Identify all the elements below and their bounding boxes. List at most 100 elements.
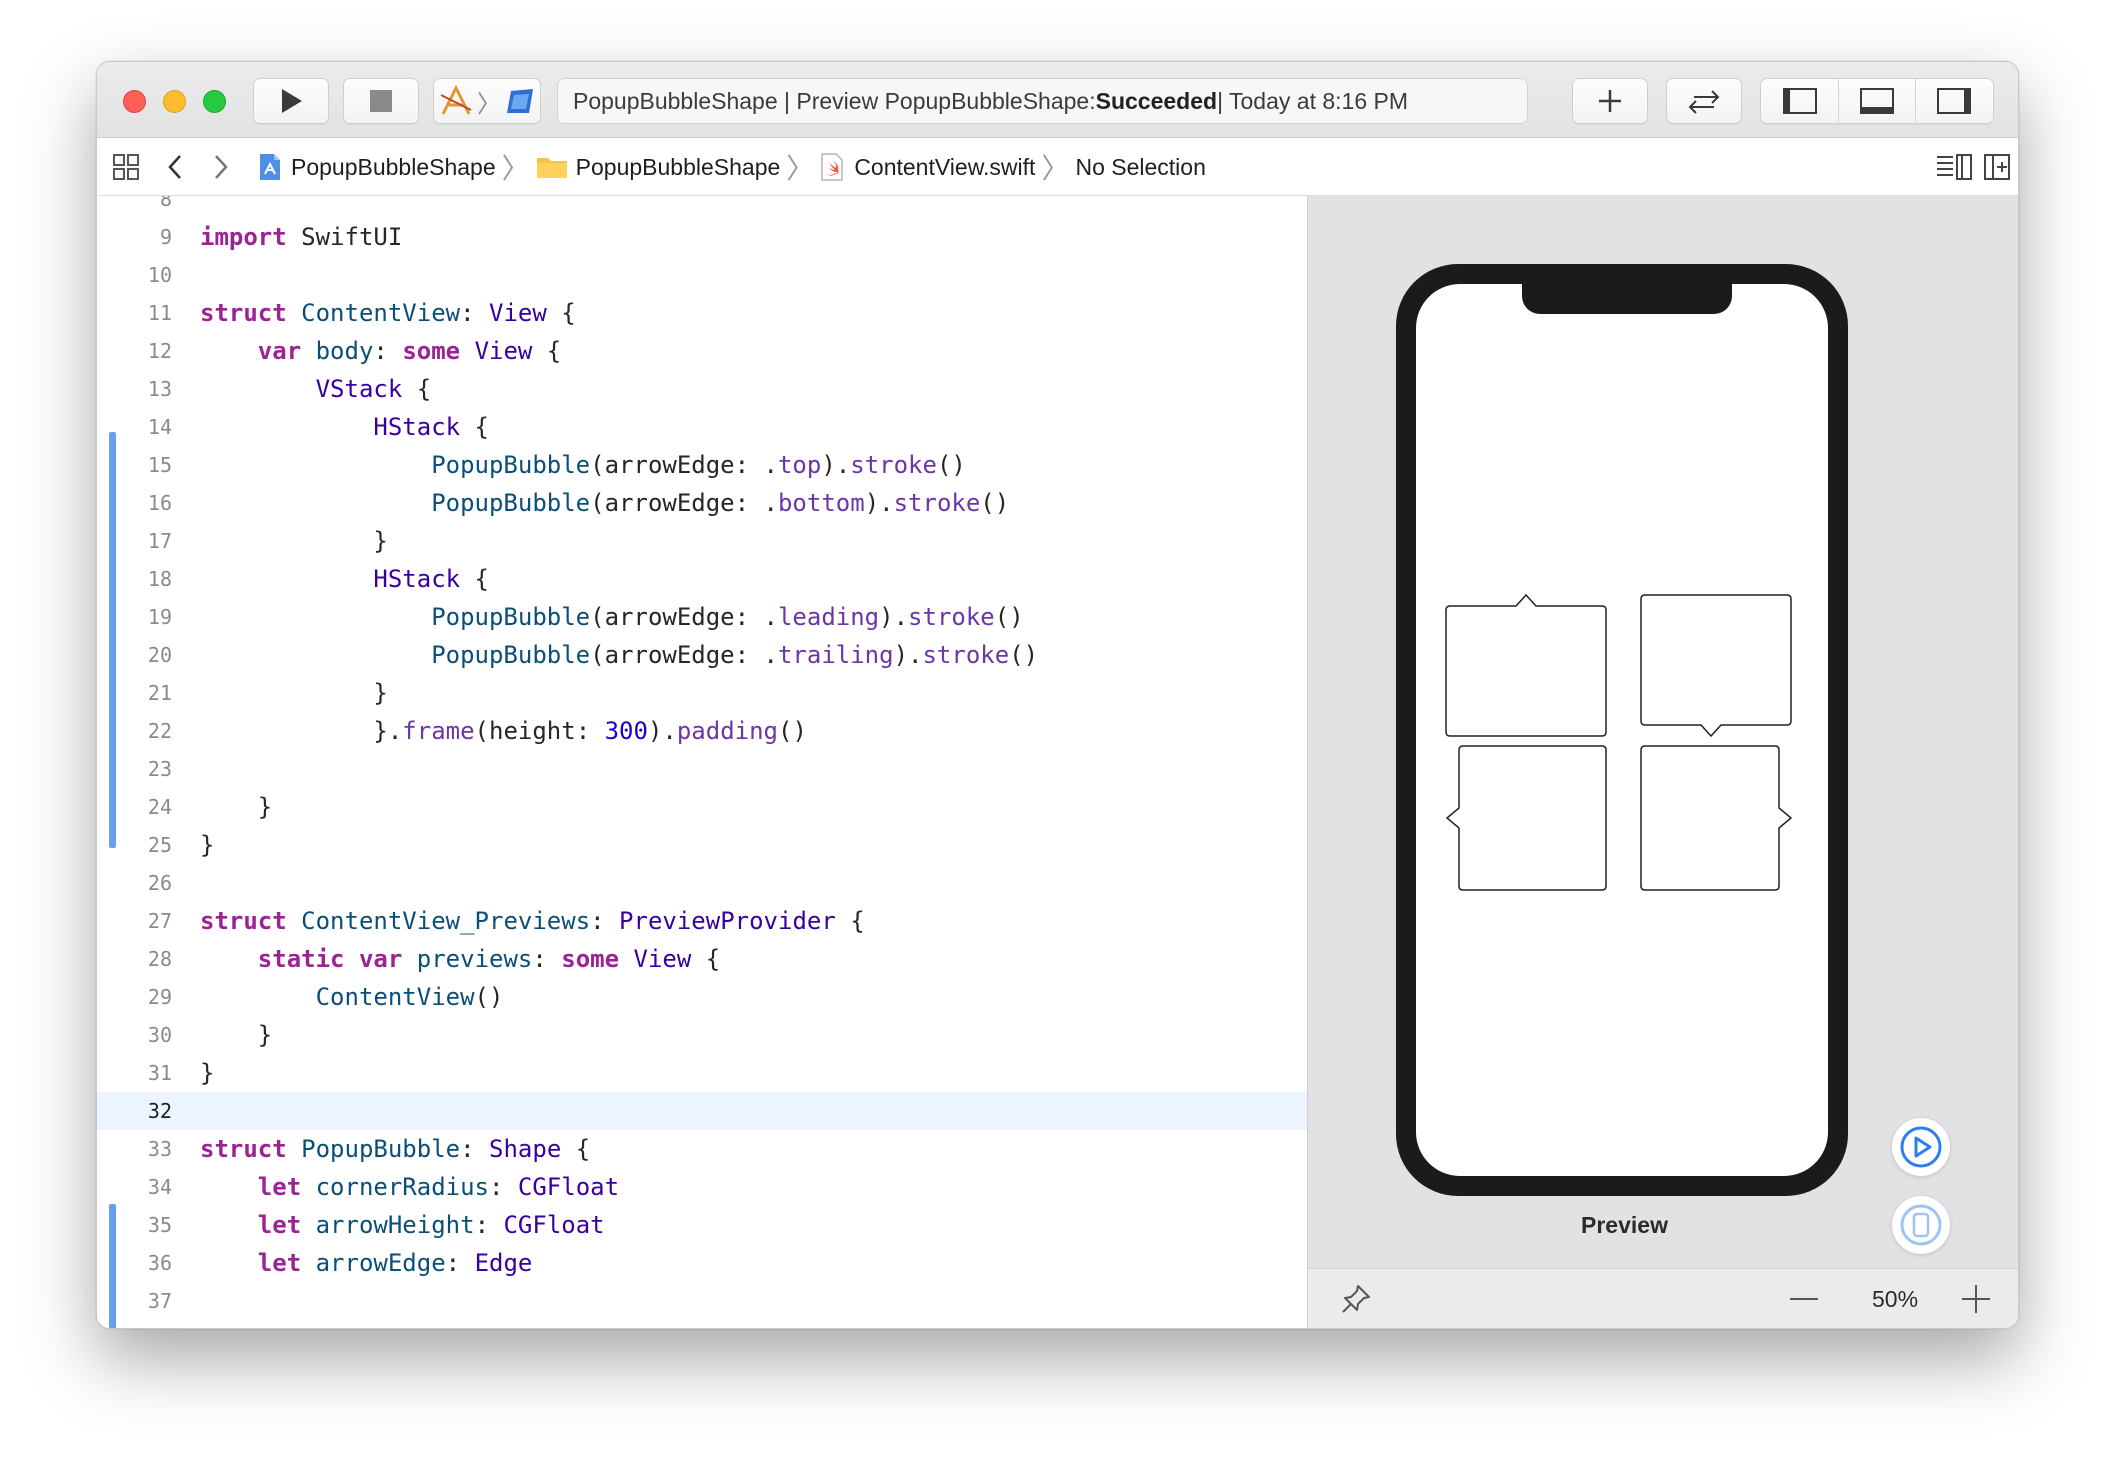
- device-preview-icon: [1900, 1204, 1942, 1246]
- code-line: 24 }: [97, 788, 1307, 826]
- code-token: padding: [676, 717, 779, 745]
- activity-viewer: PopupBubbleShape | Preview PopupBubbleSh…: [557, 78, 1528, 124]
- code-token: PreviewProvider: [619, 907, 836, 935]
- code-token: :: [460, 299, 490, 327]
- stop-icon: [370, 90, 392, 112]
- code-text[interactable]: VStack {: [200, 375, 432, 403]
- code-text[interactable]: PopupBubble(arrowEdge: .leading).stroke(…: [200, 603, 1023, 631]
- navigator-toggle-button[interactable]: [1761, 87, 1838, 115]
- live-preview-button[interactable]: [1892, 1118, 1950, 1176]
- code-text[interactable]: }: [200, 1059, 214, 1087]
- line-number: 30: [147, 1023, 172, 1047]
- breadcrumb-file[interactable]: ContentView.swift: [820, 152, 1035, 182]
- code-token: }.: [200, 717, 403, 745]
- code-text[interactable]: HStack {: [200, 413, 489, 441]
- breadcrumb-selection[interactable]: No Selection: [1075, 154, 1205, 181]
- code-text[interactable]: struct PopupBubble: Shape {: [200, 1135, 590, 1163]
- code-token: (arrowEdge: .: [590, 451, 778, 479]
- scheme-selector[interactable]: 〉: [433, 78, 541, 124]
- change-indicator-bar[interactable]: [109, 1204, 116, 1328]
- preview-screen[interactable]: [1416, 284, 1828, 1176]
- code-text[interactable]: let arrowEdge: Edge: [200, 1249, 533, 1277]
- code-text[interactable]: }: [200, 679, 387, 707]
- minimize-window-button[interactable]: [163, 90, 186, 113]
- code-line: 29 ContentView(): [97, 978, 1307, 1016]
- code-line: 32: [97, 1092, 1307, 1130]
- breadcrumb-folder[interactable]: PopupBubbleShape: [536, 154, 780, 181]
- code-token: PopupBubble: [431, 603, 591, 631]
- zoom-out-button[interactable]: [1788, 1283, 1820, 1321]
- code-text[interactable]: PopupBubble(arrowEdge: .top).stroke(): [200, 451, 966, 479]
- code-token: SwiftUI: [286, 223, 403, 251]
- grid-icon: [113, 154, 139, 180]
- code-token: frame: [402, 717, 475, 745]
- code-token: {: [546, 299, 576, 327]
- preview-on-device-button[interactable]: [1892, 1196, 1950, 1254]
- code-token: :: [460, 1135, 490, 1163]
- code-text[interactable]: import SwiftUI: [200, 223, 402, 251]
- code-text[interactable]: struct ContentView_Previews: PreviewProv…: [200, 907, 865, 935]
- code-text[interactable]: var body: some View {: [200, 337, 561, 365]
- editor-options-button[interactable]: [1935, 138, 1973, 196]
- code-text[interactable]: struct ContentView: View {: [200, 299, 576, 327]
- code-token: {: [402, 375, 432, 403]
- code-text[interactable]: static var previews: some View {: [200, 945, 720, 973]
- debug-area-toggle-button[interactable]: [1838, 79, 1916, 123]
- code-line: 13 VStack {: [97, 370, 1307, 408]
- related-items-button[interactable]: [111, 138, 141, 196]
- canvas-bottom-bar: 50%: [1308, 1268, 2018, 1328]
- code-text[interactable]: let arrowHeight: CGFloat: [200, 1211, 605, 1239]
- code-text[interactable]: HStack {: [200, 565, 489, 593]
- close-window-button[interactable]: [123, 90, 146, 113]
- line-number: 13: [147, 377, 172, 401]
- breadcrumb-separator-icon: 〉: [501, 153, 530, 184]
- code-text[interactable]: }: [200, 831, 214, 859]
- add-editor-button[interactable]: [1983, 138, 2011, 196]
- zoom-in-button[interactable]: [1960, 1283, 1992, 1321]
- code-review-button[interactable]: [1666, 78, 1742, 124]
- back-button[interactable]: [165, 138, 185, 196]
- code-text[interactable]: }: [200, 793, 272, 821]
- zoom-window-button[interactable]: [203, 90, 226, 113]
- code-token: some: [561, 945, 620, 973]
- code-token: ).: [879, 603, 909, 631]
- minus-icon: [1790, 1298, 1818, 1300]
- code-text[interactable]: }.frame(height: 300).padding(): [200, 717, 807, 745]
- code-line: 12 var body: some View {: [97, 332, 1307, 370]
- change-indicator-bar[interactable]: [109, 432, 116, 848]
- breadcrumb-separator-icon: 〉: [1041, 153, 1070, 184]
- source-editor[interactable]: 37 36 let arrowEdge: Edge 35 let arrowHeig…: [97, 196, 1307, 1328]
- code-token: View: [633, 945, 692, 973]
- device-icon: [507, 89, 533, 113]
- code-text[interactable]: PopupBubble(arrowEdge: .bottom).stroke(): [200, 489, 1009, 517]
- code-line: 17 }: [97, 522, 1307, 560]
- code-token: cornerRadius: [315, 1173, 489, 1201]
- code-text[interactable]: let cornerRadius: CGFloat: [200, 1173, 619, 1201]
- line-number: 31: [147, 1061, 172, 1085]
- forward-button[interactable]: [211, 138, 231, 196]
- code-line: 19 PopupBubble(arrowEdge: .leading).stro…: [97, 598, 1307, 636]
- line-number: 26: [147, 871, 172, 895]
- code-text[interactable]: }: [200, 527, 387, 555]
- inspector-toggle-button[interactable]: [1916, 87, 1993, 115]
- code-token: CGFloat: [503, 1211, 605, 1239]
- code-text[interactable]: ContentView(): [200, 983, 504, 1011]
- code-token: (arrowEdge: .: [590, 489, 778, 517]
- run-button[interactable]: [253, 78, 329, 124]
- code-token: var: [358, 945, 403, 973]
- code-text[interactable]: }: [200, 1021, 272, 1049]
- code-token: {: [691, 945, 721, 973]
- breadcrumb-project[interactable]: PopupBubbleShape: [257, 152, 496, 182]
- library-button[interactable]: [1572, 78, 1648, 124]
- code-token: ).: [893, 641, 923, 669]
- pin-preview-button[interactable]: [1340, 1283, 1372, 1321]
- code-line: 8: [97, 196, 1307, 218]
- code-text[interactable]: PopupBubble(arrowEdge: .trailing).stroke…: [200, 641, 1038, 669]
- stop-button[interactable]: [343, 78, 419, 124]
- code-token: (height:: [474, 717, 605, 745]
- breadcrumb-file-label: ContentView.swift: [854, 153, 1036, 180]
